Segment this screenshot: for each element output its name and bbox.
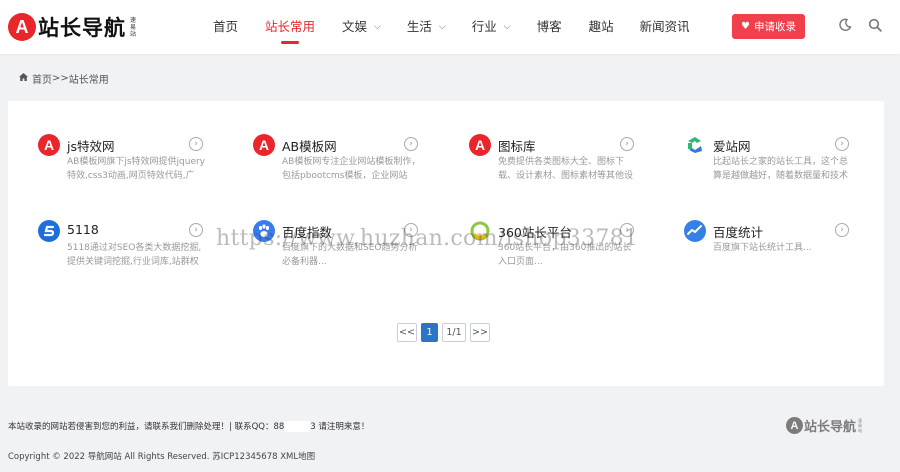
site-card[interactable]: 百度统计 › 百度旗下站长统计工具... bbox=[684, 220, 854, 270]
nav-item-fun[interactable]: 趣站 bbox=[589, 0, 614, 54]
site-card[interactable]: 5118 › 5118通过对SEO各类大数据挖掘,提供关键词挖掘,行业词库,站群… bbox=[38, 220, 208, 270]
chevron-down-icon: ⌵ bbox=[503, 22, 511, 32]
chevron-right-icon[interactable]: › bbox=[404, 137, 418, 151]
site-title: 图标库 bbox=[498, 139, 536, 154]
page-count: 1/1 bbox=[442, 323, 466, 342]
site-desc: 百度旗下站长统计工具... bbox=[713, 243, 812, 253]
prev-page-button[interactable]: << bbox=[397, 323, 417, 342]
site-card[interactable]: 360站长平台 › 360站长平台，由360推出的站长入口页面... bbox=[469, 220, 639, 270]
site-desc: 360站长平台，由360推出的站长入口页面... bbox=[498, 243, 632, 267]
site-title: js特效网 bbox=[67, 139, 115, 154]
site-card[interactable]: A js特效网 › AB模板网旗下js特效网提供jquery特效,css3动画,… bbox=[38, 134, 208, 184]
site-card[interactable]: 爱站网 › 比起站长之家的站长工具，这个总算是越做越好，随着数据量和技术的... bbox=[684, 134, 854, 184]
site-list-panel: A js特效网 › AB模板网旗下js特效网提供jquery特效,css3动画,… bbox=[8, 101, 884, 386]
moon-icon[interactable] bbox=[838, 18, 854, 34]
site-title: 360站长平台 bbox=[498, 225, 572, 240]
top-header: A 站长导航 速易站 首页 站长常用 文娱 ⌵ 生活 ⌵ 行业 ⌵ 博客 趣站 新闻资… bbox=[0, 0, 900, 54]
site-desc: 免费提供各类图标大全、图标下载、设计素材、图标素材等其他设计素... bbox=[498, 157, 634, 181]
aizhan-logo-icon bbox=[684, 134, 706, 156]
chevron-right-icon[interactable]: › bbox=[189, 137, 203, 151]
chevron-right-icon[interactable]: › bbox=[835, 137, 849, 151]
red-a-logo-icon: A bbox=[253, 134, 275, 156]
footer-logo[interactable]: A 站长导航 速易站 bbox=[786, 416, 863, 435]
site-desc: 5118通过对SEO各类大数据挖掘,提供关键词挖掘,行业词库,站群权重... bbox=[67, 243, 202, 267]
chevron-right-icon[interactable]: › bbox=[404, 223, 418, 237]
site-title: AB模板网 bbox=[282, 139, 337, 154]
5118-logo-icon bbox=[38, 220, 60, 242]
baidu-tongji-logo-icon bbox=[684, 220, 706, 242]
site-desc: AB模板网旗下js特效网提供jquery特效,css3动画,网页特效代码,广告.… bbox=[67, 157, 206, 181]
red-a-logo-icon: A bbox=[38, 134, 60, 156]
breadcrumb-current: 站长常用 bbox=[68, 75, 109, 86]
red-a-logo-icon: A bbox=[469, 134, 491, 156]
breadcrumb-separator: >> bbox=[52, 73, 69, 84]
footer-copyright: Copyright © 2022 导航网站 All Rights Reserve… bbox=[8, 452, 316, 462]
site-desc: AB模板网专注企业网站模板制作，包括pbootcms模板，企业网站模... bbox=[282, 157, 421, 181]
heart-icon: ♥ bbox=[741, 21, 750, 32]
site-logo[interactable]: A 站长导航 速易站 bbox=[8, 12, 139, 42]
baidu-paw-logo-icon bbox=[253, 220, 275, 242]
footer-logo-mark-icon: A bbox=[786, 417, 803, 434]
site-title: 爱站网 bbox=[713, 139, 751, 154]
chevron-right-icon[interactable]: › bbox=[835, 223, 849, 237]
chevron-down-icon: ⌵ bbox=[438, 22, 446, 32]
logo-sub: 速易站 bbox=[130, 16, 137, 38]
redacted-block bbox=[284, 421, 311, 432]
main-nav: 首页 站长常用 文娱 ⌵ 生活 ⌵ 行业 ⌵ 博客 趣站 新闻资讯 bbox=[200, 0, 690, 54]
chevron-right-icon[interactable]: › bbox=[620, 137, 634, 151]
apply-listing-button[interactable]: ♥ 申请收录 bbox=[732, 14, 805, 39]
site-title: 5118 bbox=[67, 222, 99, 237]
logo-mark-icon: A bbox=[8, 13, 36, 41]
chevron-right-icon[interactable]: › bbox=[620, 223, 634, 237]
site-card[interactable]: A 图标库 › 免费提供各类图标大全、图标下载、设计素材、图标素材等其他设计素.… bbox=[469, 134, 639, 184]
pagination: << 1 1/1 >> bbox=[397, 323, 494, 342]
site-title: 百度指数 bbox=[282, 225, 333, 240]
breadcrumb-home[interactable]: 首页 bbox=[32, 71, 52, 86]
nav-item-webmaster[interactable]: 站长常用 bbox=[265, 0, 315, 54]
search-icon[interactable] bbox=[868, 18, 884, 34]
page-number-current[interactable]: 1 bbox=[421, 323, 438, 342]
site-card[interactable]: 百度指数 › 百度旗下的大数据和SEO趋势分析必备利器... bbox=[253, 220, 423, 270]
logo-name: 站长导航 bbox=[38, 16, 126, 40]
footer-logo-sub: 速易站 bbox=[858, 418, 863, 433]
nav-item-entertainment[interactable]: 文娱 ⌵ bbox=[342, 0, 381, 54]
nav-item-news[interactable]: 新闻资讯 bbox=[640, 0, 690, 54]
chevron-down-icon: ⌵ bbox=[374, 22, 381, 32]
site-card[interactable]: A AB模板网 › AB模板网专注企业网站模板制作，包括pbootcms模板，企… bbox=[253, 134, 423, 184]
home-icon bbox=[19, 73, 28, 84]
360-logo-icon bbox=[469, 220, 491, 242]
nav-item-home[interactable]: 首页 bbox=[213, 0, 238, 54]
breadcrumb: 首页 >> 站长常用 bbox=[19, 71, 109, 86]
nav-item-life[interactable]: 生活 ⌵ bbox=[407, 0, 446, 54]
chevron-right-icon[interactable]: › bbox=[189, 223, 203, 237]
site-desc: 比起站长之家的站长工具，这个总算是越做越好，随着数据量和技术的... bbox=[713, 157, 849, 181]
site-title: 百度统计 bbox=[713, 225, 764, 240]
site-desc: 百度旗下的大数据和SEO趋势分析必备利器... bbox=[282, 243, 418, 267]
next-page-button[interactable]: >> bbox=[470, 323, 490, 342]
footer-notice: 本站收录的网站若侵害到您的利益，请联系我们删除处理！| 联系QQ：88 3 请注明… bbox=[8, 421, 370, 432]
nav-item-blog[interactable]: 博客 bbox=[537, 0, 562, 54]
footer-logo-name: 站长导航 bbox=[804, 420, 857, 435]
nav-item-industry[interactable]: 行业 ⌵ bbox=[472, 0, 511, 54]
